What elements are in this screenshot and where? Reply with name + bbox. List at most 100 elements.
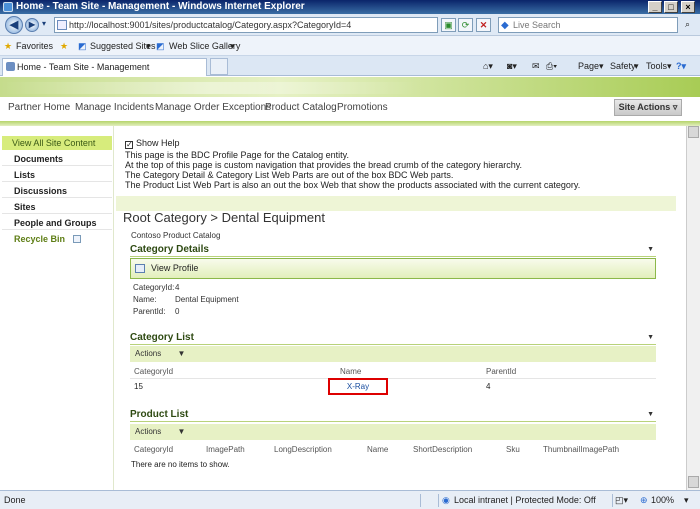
tools-menu[interactable]: Tools bbox=[646, 56, 667, 76]
compat-view-icon[interactable]: ▣ bbox=[441, 18, 456, 32]
suggested-sites-dropdown-icon[interactable]: ▾ bbox=[146, 36, 151, 56]
add-favorite-icon[interactable]: ★ bbox=[60, 36, 68, 56]
topnav-manage-incidents[interactable]: Manage Incidents bbox=[75, 97, 154, 119]
column-header[interactable]: ThumbnailImagePath bbox=[543, 445, 619, 454]
actions-menu[interactable]: Actions bbox=[135, 349, 161, 358]
column-header[interactable]: CategoryId bbox=[134, 367, 173, 376]
column-header[interactable]: Sku bbox=[506, 445, 520, 454]
page-menu-dropdown-icon[interactable]: ▾ bbox=[599, 56, 604, 76]
search-placeholder: Live Search bbox=[513, 20, 561, 30]
protected-mode-icon[interactable]: ◰▾ bbox=[615, 491, 628, 509]
column-header[interactable]: CategoryId bbox=[134, 445, 173, 454]
view-all-site-content-link[interactable]: View All Site Content bbox=[2, 136, 112, 150]
web-slice-icon: ◩ bbox=[156, 41, 165, 51]
topnav-promotions[interactable]: Promotions bbox=[337, 97, 388, 119]
detail-value: 4 bbox=[175, 283, 180, 292]
page-menu[interactable]: Page bbox=[578, 56, 599, 76]
address-bar[interactable]: http://localhost:9001/sites/productcatal… bbox=[54, 17, 438, 33]
site-actions-dropdown-icon: ▿ bbox=[672, 102, 678, 112]
category-details-header: Category Details ▼ bbox=[130, 244, 656, 257]
column-header[interactable]: ShortDescription bbox=[413, 445, 472, 454]
ie-icon bbox=[3, 2, 13, 12]
catalog-name: Contoso Product Catalog bbox=[131, 231, 221, 240]
show-help-toggle[interactable]: ✓ Show Help bbox=[125, 138, 180, 149]
help-line: At the top of this page is custom naviga… bbox=[125, 160, 523, 170]
category-list-actions-bar: Actions ▼ bbox=[130, 346, 656, 362]
safety-menu[interactable]: Safety bbox=[610, 56, 636, 76]
tab-team-site[interactable]: Home - Team Site - Management bbox=[2, 58, 207, 76]
webpart-menu-icon[interactable]: ▼ bbox=[647, 244, 654, 256]
show-help-checkbox[interactable]: ✓ bbox=[125, 141, 133, 149]
favorites-button[interactable]: Favorites bbox=[16, 36, 53, 56]
scroll-down-button[interactable] bbox=[688, 476, 699, 488]
tab-bar: Home - Team Site - Management ⌂▾ ◙▾ ✉ ⎙▾… bbox=[0, 56, 700, 76]
quicklaunch-lists[interactable]: Lists bbox=[2, 168, 112, 182]
suggested-sites-icon: ◩ bbox=[78, 41, 87, 51]
print-icon[interactable]: ⎙▾ bbox=[546, 56, 557, 76]
maximize-button[interactable]: □ bbox=[664, 1, 678, 13]
quicklaunch-people-and-groups[interactable]: People and Groups bbox=[2, 216, 112, 230]
web-slice-dropdown-icon[interactable]: ▾ bbox=[230, 36, 235, 56]
category-name-link[interactable]: X-Ray bbox=[328, 378, 388, 395]
intranet-zone-icon: ◉ bbox=[442, 495, 450, 505]
quicklaunch-discussions[interactable]: Discussions bbox=[2, 184, 112, 198]
recycle-bin-icon bbox=[73, 235, 82, 243]
site-actions-button[interactable]: Site Actions ▿ bbox=[614, 99, 682, 116]
column-header[interactable]: LongDescription bbox=[274, 445, 332, 454]
detail-label: Name: bbox=[133, 295, 157, 304]
actions-menu[interactable]: Actions bbox=[135, 427, 161, 436]
detail-value: Dental Equipment bbox=[175, 295, 239, 304]
history-dropdown-icon[interactable]: ▾ bbox=[42, 19, 46, 28]
scroll-up-button[interactable] bbox=[688, 126, 699, 138]
site-banner-swoosh bbox=[0, 82, 700, 94]
detail-label: CategoryId: bbox=[133, 283, 175, 292]
quicklaunch-recycle-bin[interactable]: Recycle Bin bbox=[2, 232, 112, 246]
search-go-icon[interactable]: ⌕ bbox=[680, 18, 695, 32]
webpart-menu-icon[interactable]: ▼ bbox=[647, 409, 654, 421]
detail-label: ParentId: bbox=[133, 307, 166, 316]
mail-icon[interactable]: ✉ bbox=[532, 56, 540, 76]
view-profile-bar: View Profile bbox=[130, 258, 656, 279]
vertical-scrollbar[interactable] bbox=[686, 126, 700, 490]
help-icon[interactable]: ?▾ bbox=[676, 56, 686, 76]
status-text: Done bbox=[4, 495, 26, 505]
help-line: This page is the BDC Profile Page for th… bbox=[125, 150, 349, 160]
column-header[interactable]: Name bbox=[367, 445, 388, 454]
empty-list-message: There are no items to show. bbox=[131, 460, 230, 469]
security-zone-text[interactable]: Local intranet | Protected Mode: Off bbox=[454, 491, 596, 509]
tools-menu-dropdown-icon[interactable]: ▾ bbox=[667, 56, 672, 76]
topnav-manage-order-exceptions[interactable]: Manage Order Exceptions bbox=[155, 97, 271, 119]
column-header[interactable]: ParentId bbox=[486, 367, 516, 376]
new-tab-button[interactable] bbox=[210, 58, 228, 75]
zoom-dropdown-icon[interactable]: ▾ bbox=[684, 491, 689, 509]
webpart-menu-icon[interactable]: ▼ bbox=[647, 332, 654, 344]
home-icon[interactable]: ⌂▾ bbox=[483, 56, 493, 76]
view-profile-link[interactable]: View Profile bbox=[151, 263, 198, 273]
safety-menu-dropdown-icon[interactable]: ▾ bbox=[634, 56, 639, 76]
stop-icon[interactable]: ✕ bbox=[476, 18, 491, 32]
close-window-button[interactable]: × bbox=[681, 1, 695, 13]
quicklaunch-documents[interactable]: Documents bbox=[2, 152, 112, 166]
topnav-partner-home[interactable]: Partner Home bbox=[8, 97, 70, 119]
tab-page-icon bbox=[6, 62, 15, 71]
detail-value: 0 bbox=[175, 307, 180, 316]
forward-button[interactable]: ▶ bbox=[25, 18, 39, 32]
window-title: Home - Team Site - Management - Windows … bbox=[16, 1, 305, 12]
refresh-icon[interactable]: ⟳ bbox=[458, 18, 473, 32]
top-navigation: Partner Home Manage Incidents Manage Ord… bbox=[0, 97, 700, 121]
minimize-button[interactable]: _ bbox=[648, 1, 662, 13]
tab-title: Home - Team Site - Management bbox=[17, 62, 150, 72]
zoom-level[interactable]: 100% bbox=[651, 491, 674, 509]
column-header[interactable]: ImagePath bbox=[206, 445, 245, 454]
table-cell: 15 bbox=[134, 382, 143, 391]
back-button[interactable]: ◀ bbox=[5, 16, 23, 34]
quicklaunch-sites[interactable]: Sites bbox=[2, 200, 112, 214]
category-list-title: Category List bbox=[130, 332, 194, 343]
column-header[interactable]: Name bbox=[340, 367, 361, 376]
topnav-product-catalog[interactable]: Product Catalog bbox=[265, 97, 337, 119]
feeds-icon[interactable]: ◙▾ bbox=[507, 56, 517, 76]
actions-dropdown-icon[interactable]: ▼ bbox=[177, 349, 185, 358]
search-input[interactable]: ◆ Live Search bbox=[498, 17, 678, 33]
actions-dropdown-icon[interactable]: ▼ bbox=[177, 427, 185, 436]
product-list-header: Product List ▼ bbox=[130, 409, 656, 422]
